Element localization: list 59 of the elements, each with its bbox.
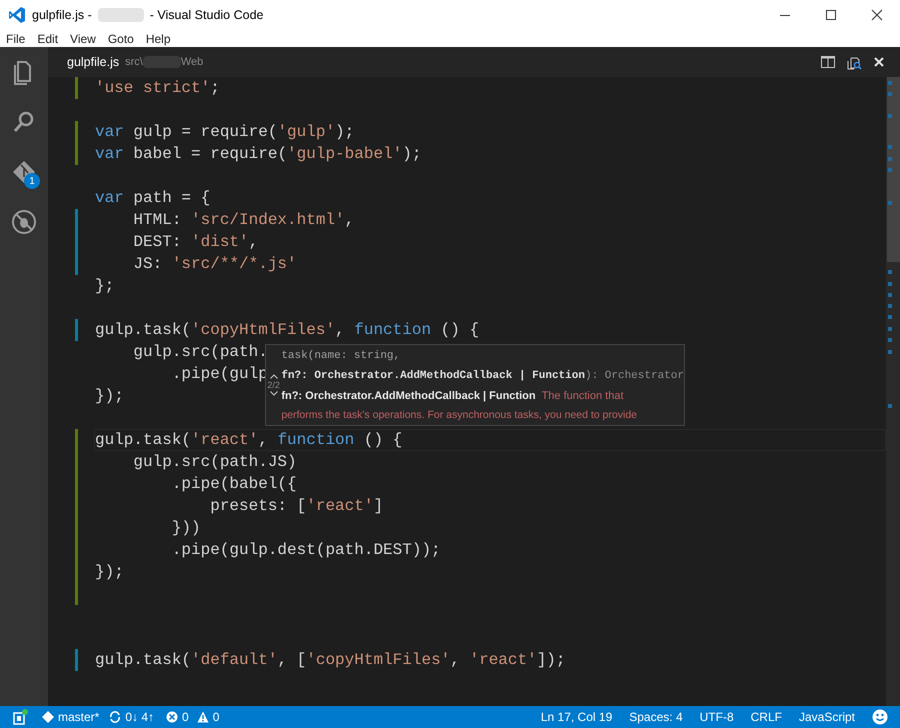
- status-item[interactable]: JavaScript: [798, 708, 855, 726]
- status-item[interactable]: Spaces: 4: [629, 708, 683, 726]
- git-branch-icon: [42, 711, 54, 723]
- warning-icon: [196, 711, 209, 723]
- file-path: Web: [180, 54, 204, 70]
- signature-text: fn?: Orchestrator.AddMethodCallback | Function): Orchestrator: [281, 368, 684, 384]
- code-line: gulp.task('react', function () {: [95, 430, 402, 451]
- parameter-name: fn?: Orchestrator.AddMethodCallback | Function: [281, 389, 536, 404]
- status-item[interactable]: UTF-8: [700, 708, 734, 726]
- problems-indicator[interactable]: 0 0: [166, 708, 220, 726]
- status-item[interactable]: Ln 17, Col 19: [540, 708, 612, 726]
- count-badge: 1: [24, 173, 40, 189]
- blurred-block: [98, 8, 144, 22]
- branch-indicator[interactable]: master*: [42, 708, 100, 726]
- menu-item[interactable]: Edit: [31, 30, 64, 48]
- code-line: gulp.task('copyHtmlFiles', function () {: [95, 320, 480, 341]
- code-line: });: [95, 562, 124, 583]
- code-line: gulp.task('default', ['copyHtmlFiles', 'react']);: [95, 650, 566, 671]
- tab-title[interactable]: gulpfile.js: [67, 52, 120, 72]
- sync-icon: [109, 711, 122, 723]
- code-line: var babel = require('gulp-babel');: [95, 144, 422, 165]
- close-icon[interactable]: [874, 57, 884, 67]
- status-item[interactable]: CRLF: [750, 708, 782, 726]
- code-line: gulp.src(path.JS): [132, 452, 297, 473]
- code-line: })): [170, 518, 201, 539]
- window-title: gulpfile.js -: [32, 6, 92, 24]
- overload-counter: 2/2: [267, 379, 280, 391]
- error-icon: [166, 711, 178, 723]
- code-line: JS: 'src/**/*.js': [132, 254, 297, 275]
- smiley-icon[interactable]: [872, 709, 888, 725]
- chevron-up-icon[interactable]: [270, 374, 278, 379]
- code-line: var path = {: [95, 188, 210, 209]
- chevron-down-icon[interactable]: [270, 391, 278, 396]
- split-editor-icon[interactable]: [821, 56, 835, 68]
- code-line: var gulp = require('gulp');: [95, 122, 354, 143]
- menu-item[interactable]: Goto: [102, 30, 140, 48]
- vscode-logo-icon: [8, 6, 26, 24]
- code-line: .pipe(gulp.dest(path.DEST));: [170, 540, 441, 561]
- menu-item[interactable]: Help: [140, 30, 177, 48]
- code-line: gulp.src(path.: [132, 342, 268, 363]
- preview-search-icon[interactable]: [847, 54, 862, 70]
- code-line: 'use strict';: [95, 78, 220, 99]
- code-line: .pipe(babel({: [170, 474, 297, 495]
- code-line: };: [95, 276, 114, 297]
- scrollbar-thumb[interactable]: [887, 77, 900, 262]
- menu-item[interactable]: File: [0, 30, 32, 48]
- parameter-doc: The function that: [542, 389, 624, 404]
- overview-ruler[interactable]: [886, 77, 900, 706]
- parameter-doc: performs the task's operations. For asynchronous tasks, you need to provide: [281, 408, 638, 423]
- code-line: HTML: 'src/Index.html',: [132, 210, 354, 231]
- code-line: .pipe(gulp: [170, 364, 268, 383]
- sync-indicator[interactable]: 0↓ 4↑: [109, 708, 154, 726]
- code-line: });: [95, 386, 124, 407]
- file-path: src\: [125, 54, 143, 70]
- window-title: - Visual Studio Code: [150, 6, 264, 24]
- code-line: presets: ['react']: [209, 496, 384, 517]
- signature-text: task(name: string,: [281, 349, 402, 364]
- code-line: DEST: 'dist',: [132, 232, 258, 253]
- menu-item[interactable]: View: [64, 30, 102, 48]
